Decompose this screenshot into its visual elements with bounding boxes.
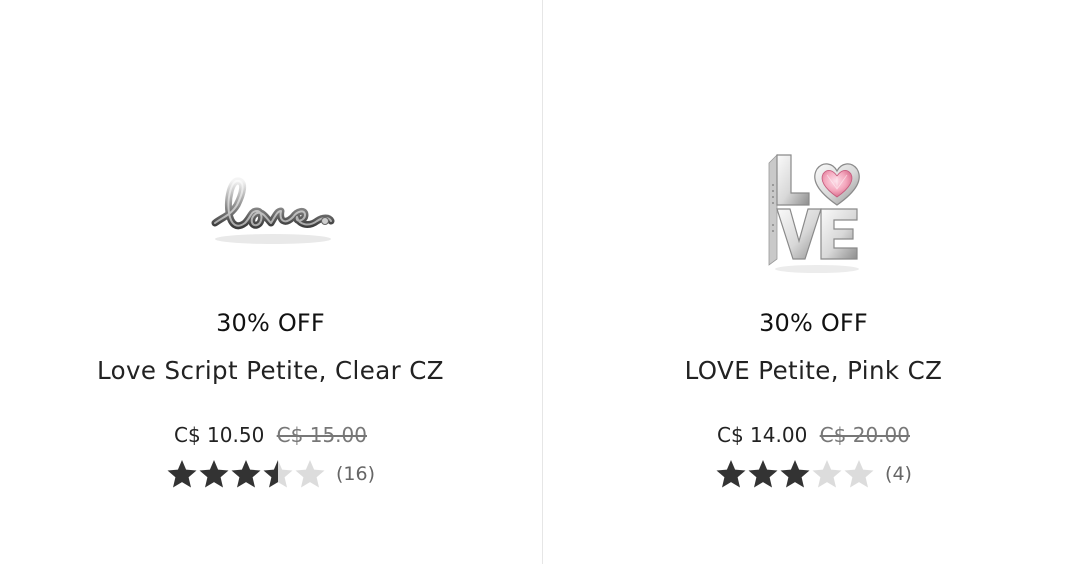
- discount-badge: 30% OFF: [216, 309, 325, 337]
- price-block: C$ 14.00 C$ 20.00: [543, 423, 1080, 447]
- star-empty-icon: [844, 460, 874, 488]
- star-empty-icon: [812, 460, 842, 488]
- sale-price: C$ 10.50: [174, 423, 265, 447]
- product-image[interactable]: [543, 130, 1080, 290]
- product-name[interactable]: LOVE Petite, Pink CZ: [543, 356, 1080, 385]
- price-block: C$ 10.50 C$ 15.00: [0, 423, 541, 447]
- star-rating: [715, 458, 875, 490]
- product-name[interactable]: Love Script Petite, Clear CZ: [0, 356, 541, 385]
- star-half-icon: [263, 460, 293, 488]
- star-filled-icon: [748, 460, 778, 488]
- star-filled-icon: [780, 460, 810, 488]
- original-price: C$ 15.00: [276, 423, 367, 447]
- love-script-charm-icon: [211, 177, 334, 244]
- star-filled-icon: [716, 460, 746, 488]
- review-count[interactable]: (16): [336, 463, 375, 485]
- star-filled-icon: [199, 460, 229, 488]
- love-letters-heart-charm-icon: [768, 154, 860, 273]
- star-filled-icon: [231, 460, 261, 488]
- star-rating: [166, 458, 326, 490]
- discount-badge: 30% OFF: [759, 309, 868, 337]
- star-empty-icon: [295, 460, 325, 488]
- rating[interactable]: (4): [543, 458, 1080, 490]
- original-price: C$ 20.00: [819, 423, 910, 447]
- product-card[interactable]: 30% OFF LOVE Petite, Pink CZ C$ 14.00 C$…: [543, 0, 1080, 564]
- review-count[interactable]: (4): [885, 463, 912, 485]
- product-card[interactable]: 30% OFF Love Script Petite, Clear CZ C$ …: [0, 0, 541, 564]
- sale-price: C$ 14.00: [717, 423, 808, 447]
- star-filled-icon: [167, 460, 197, 488]
- product-image[interactable]: [0, 130, 541, 290]
- rating[interactable]: (16): [0, 458, 541, 490]
- product-grid: 30% OFF Love Script Petite, Clear CZ C$ …: [0, 0, 1080, 564]
